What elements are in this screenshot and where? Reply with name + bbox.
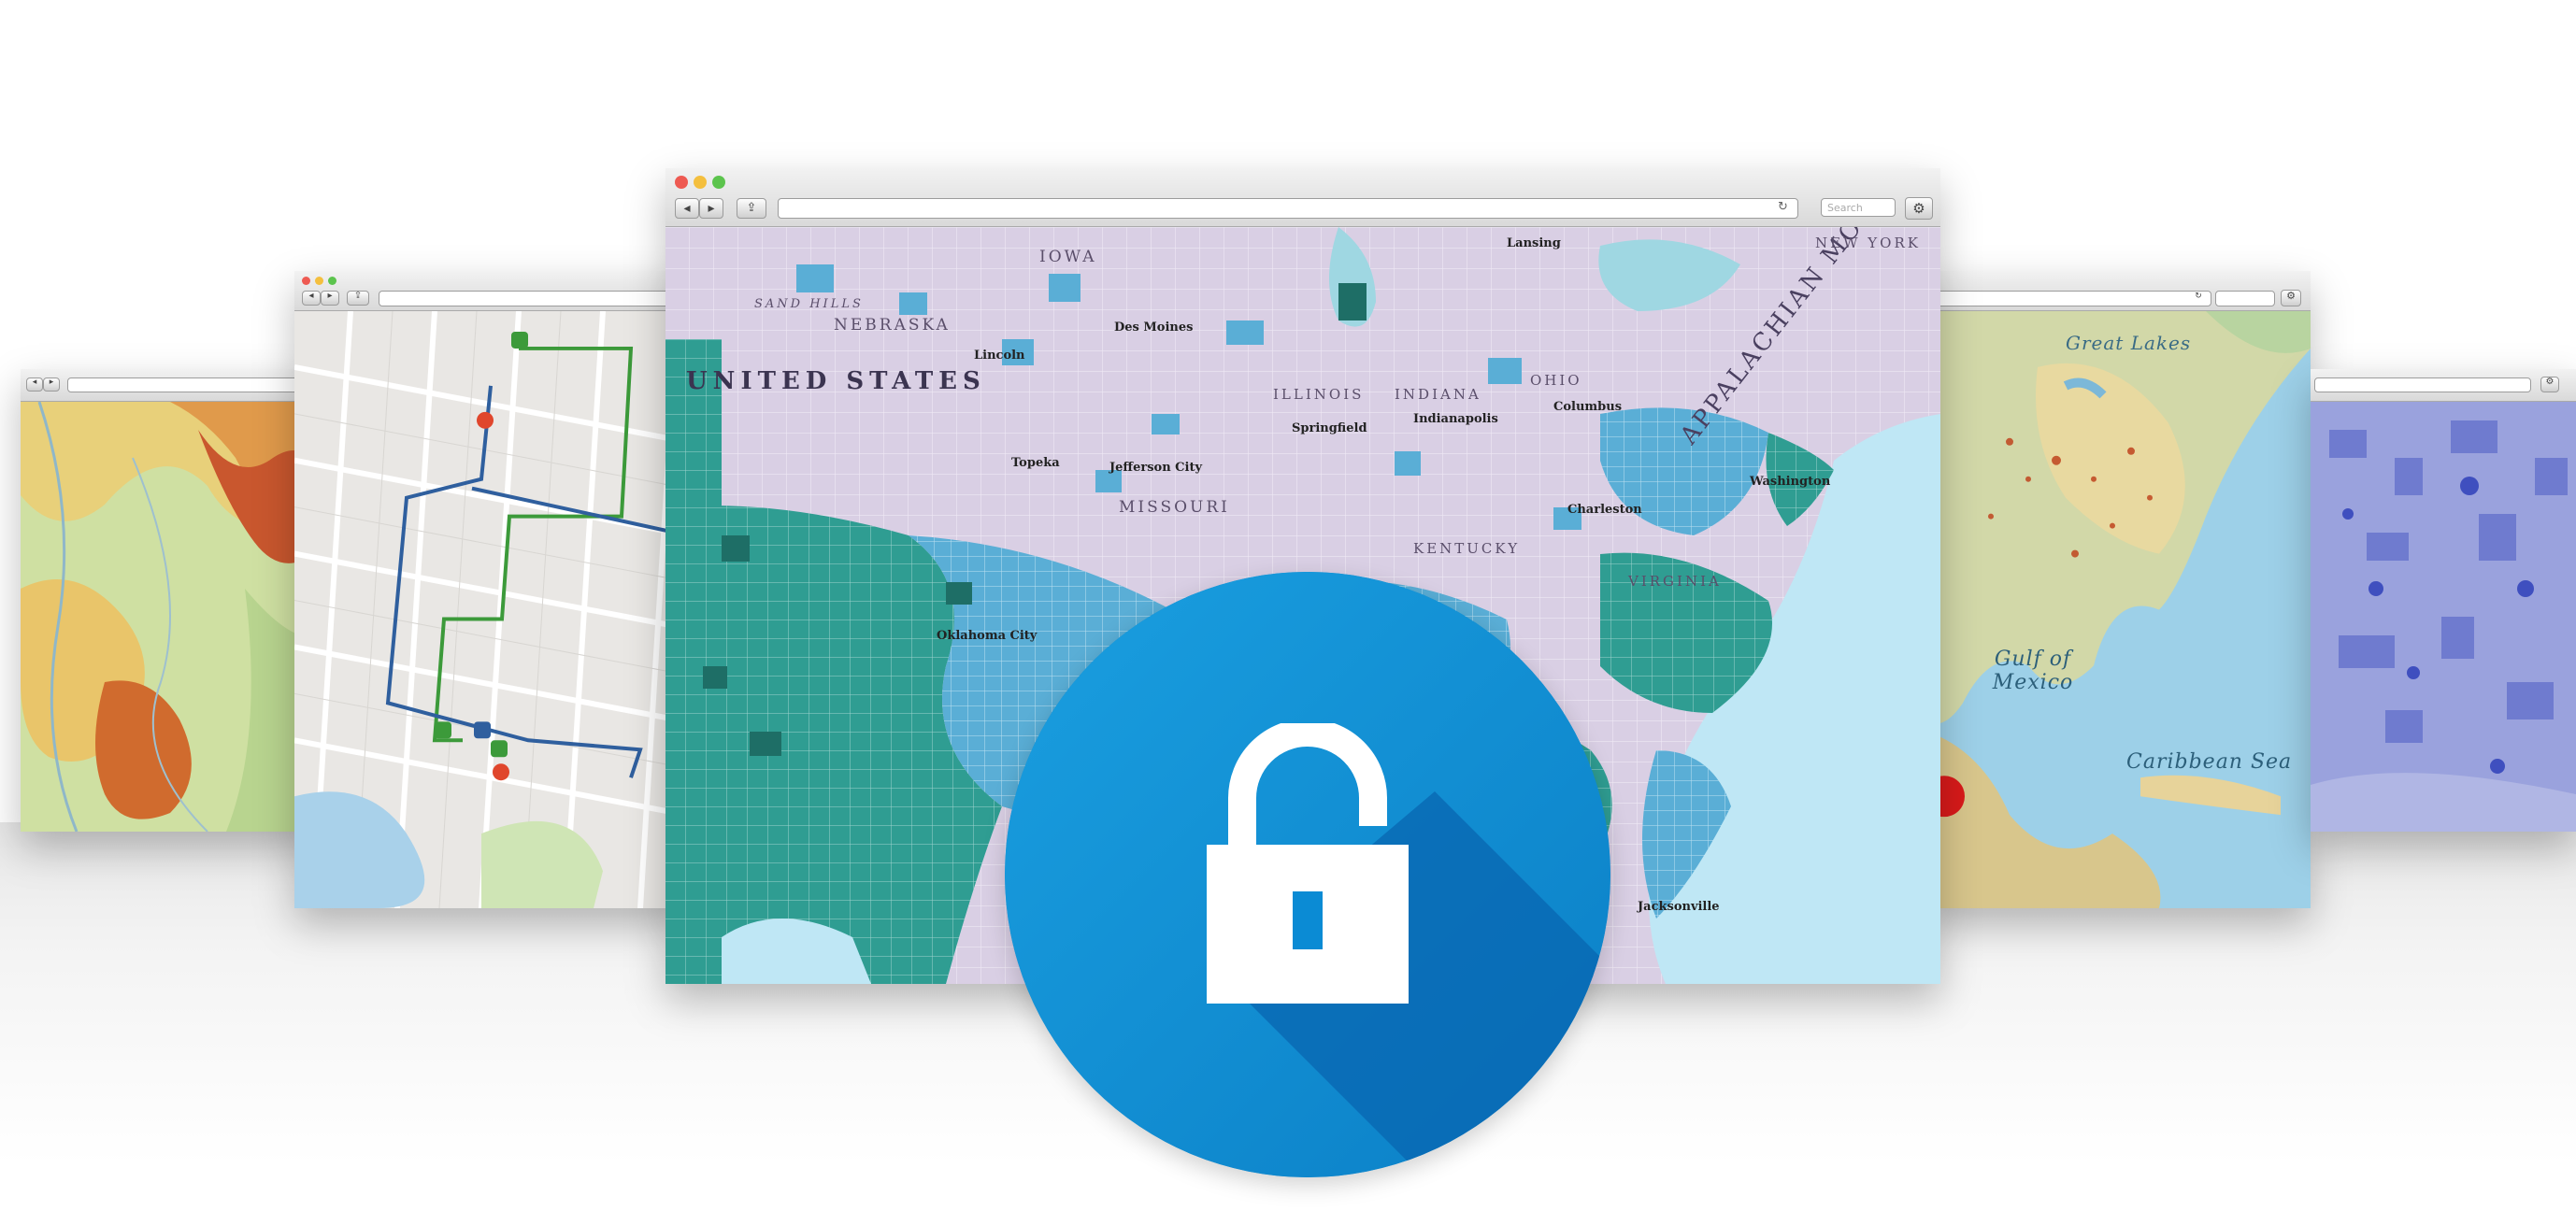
address-bar[interactable]	[1929, 291, 2211, 306]
browser-toolbar: ↻ ⚙	[1925, 271, 2311, 311]
map-label-gulf: Gulf of Mexico	[1992, 648, 2074, 694]
reload-icon[interactable]: ↻	[2193, 292, 2204, 303]
map-label-iowa: IOWA	[1039, 248, 1097, 266]
back-button[interactable]: ◂	[26, 377, 43, 392]
browser-window-relief[interactable]: ↻ ⚙ Great Lakes Gulf of Mexico Caribbean…	[1925, 271, 2311, 908]
search-field[interactable]	[2215, 291, 2275, 306]
terrain-map[interactable]	[21, 402, 318, 832]
map-label-virginia: VIRGINIA	[1628, 573, 1722, 590]
browser-window-terrain[interactable]: ◂ ▸	[21, 369, 318, 832]
share-button[interactable]: ⇪	[737, 198, 766, 219]
zoom-window-icon[interactable]	[328, 277, 336, 285]
browser-toolbar: ⚙	[2311, 369, 2576, 402]
back-button[interactable]: ◂	[675, 198, 699, 219]
map-label-sand-hills: SAND HILLS	[754, 297, 864, 311]
city-label-springfield: Springfield	[1292, 421, 1367, 435]
map-label-kentucky: KENTUCKY	[1413, 540, 1521, 557]
forward-button[interactable]: ▸	[43, 377, 60, 392]
share-button[interactable]: ⇪	[347, 291, 369, 306]
zoom-window-icon[interactable]	[712, 176, 725, 189]
map-label-caribbean: Caribbean Sea	[2126, 750, 2293, 774]
close-window-icon[interactable]	[302, 277, 310, 285]
city-label-jacksonville: Jacksonville	[1638, 900, 1720, 914]
close-window-icon[interactable]	[675, 176, 688, 189]
city-label-jefferson-city: Jefferson City	[1109, 461, 1203, 475]
map-label-country: UNITED STATES	[686, 367, 986, 395]
city-label-des-moines: Des Moines	[1114, 320, 1194, 335]
security-lock-badge	[1005, 572, 1610, 1177]
minimize-window-icon[interactable]	[315, 277, 323, 285]
transit-map[interactable]	[294, 311, 687, 908]
density-map[interactable]	[2311, 402, 2576, 832]
city-label-columbus: Columbus	[1553, 400, 1623, 414]
city-label-lansing: Lansing	[1507, 236, 1561, 250]
map-label-indiana: INDIANA	[1395, 386, 1481, 403]
map-label-illinois: ILLINOIS	[1273, 386, 1365, 403]
map-label-missouri: MISSOURI	[1119, 498, 1230, 517]
reload-icon[interactable]: ↻	[1778, 200, 1788, 214]
address-bar[interactable]	[778, 198, 1798, 219]
address-bar[interactable]	[67, 377, 308, 392]
search-field[interactable]: Search	[1821, 198, 1896, 217]
address-bar[interactable]	[2314, 377, 2531, 392]
city-label-indianapolis: Indianapolis	[1413, 412, 1498, 426]
back-button[interactable]: ◂	[302, 291, 321, 306]
browser-toolbar: ◂ ▸ ⇪	[294, 271, 687, 311]
map-label-great-lakes: Great Lakes	[2066, 332, 2192, 354]
city-label-topeka: Topeka	[1011, 456, 1060, 470]
settings-gear-icon[interactable]: ⚙	[2540, 377, 2559, 392]
browser-toolbar: ◂ ▸	[21, 369, 318, 402]
browser-window-transit[interactable]: ◂ ▸ ⇪	[294, 271, 687, 908]
address-bar[interactable]	[379, 291, 680, 306]
search-placeholder: Search	[1827, 202, 1863, 214]
lock-icon	[1207, 723, 1409, 1004]
city-label-lincoln: Lincoln	[974, 349, 1025, 363]
city-label-oklahoma-city: Oklahoma City	[937, 629, 1038, 643]
forward-button[interactable]: ▸	[321, 291, 339, 306]
forward-button[interactable]: ▸	[699, 198, 723, 219]
map-label-ohio: OHIO	[1530, 372, 1582, 389]
map-label-nebraska: NEBRASKA	[834, 316, 951, 335]
map-label-new-york: NEW YORK	[1815, 235, 1921, 251]
city-label-washington: Washington	[1750, 475, 1831, 489]
settings-gear-icon[interactable]: ⚙	[1905, 197, 1933, 220]
relief-map[interactable]: Great Lakes Gulf of Mexico Caribbean Sea	[1925, 311, 2311, 908]
browser-toolbar: ◂ ▸ ⇪ ↻ Search ⚙	[665, 168, 1940, 227]
minimize-window-icon[interactable]	[694, 176, 707, 189]
city-label-charleston: Charleston	[1567, 503, 1642, 517]
browser-window-density[interactable]: ⚙	[2311, 369, 2576, 832]
settings-gear-icon[interactable]: ⚙	[2281, 290, 2301, 306]
